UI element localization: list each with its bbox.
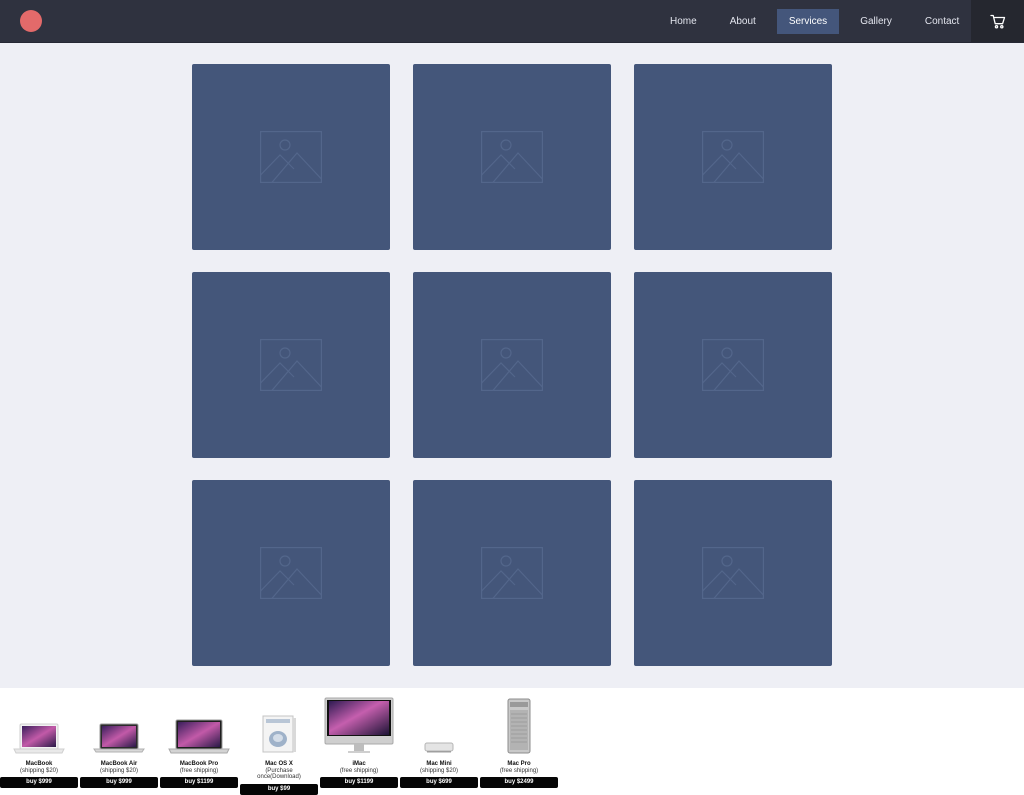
gallery-tile[interactable] xyxy=(192,480,390,666)
buy-button[interactable]: buy $1199 xyxy=(320,777,398,788)
buy-button[interactable]: buy $2499 xyxy=(480,777,558,788)
nav-gallery[interactable]: Gallery xyxy=(848,9,904,34)
gallery-tile[interactable] xyxy=(634,272,832,458)
gallery-tile[interactable] xyxy=(413,272,611,458)
mac-pro-image xyxy=(480,696,558,754)
gallery-tile[interactable] xyxy=(634,64,832,250)
product-name: MacBook Pro xyxy=(179,761,219,767)
nav-services[interactable]: Services xyxy=(776,9,840,34)
gallery-tile[interactable] xyxy=(634,480,832,666)
product-shipping: (shipping $20) xyxy=(419,768,459,774)
imac-image xyxy=(320,694,398,754)
macbook-air-image xyxy=(80,720,158,754)
buy-button[interactable]: buy $99 xyxy=(240,784,318,795)
buy-button[interactable]: buy $999 xyxy=(80,777,158,788)
gallery-tile[interactable] xyxy=(413,480,611,666)
product-strip: MacBook (shipping $20) buy $999 MacBook … xyxy=(0,688,1024,795)
macbook-image xyxy=(0,720,78,754)
macbook-pro-image xyxy=(160,716,238,754)
product-shipping: (free shipping) xyxy=(339,768,379,774)
buy-button[interactable]: buy $1199 xyxy=(160,777,238,788)
gallery-tile[interactable] xyxy=(413,64,611,250)
product-name: iMac xyxy=(352,761,366,767)
gallery-tile[interactable] xyxy=(192,272,390,458)
image-placeholder-icon xyxy=(481,547,543,599)
cart-icon xyxy=(989,14,1005,29)
product-shipping: (free shipping) xyxy=(179,768,219,774)
image-placeholder-icon xyxy=(702,339,764,391)
product-name: Mac OS X xyxy=(265,761,293,767)
product-name: Mac Mini xyxy=(426,761,452,767)
product-shipping: (shipping $20) xyxy=(99,768,139,774)
product-shipping: (Purchase once(Download) xyxy=(257,768,301,780)
cart-button[interactable] xyxy=(971,0,1024,42)
image-placeholder-icon xyxy=(702,131,764,183)
product-name: MacBook xyxy=(25,761,53,767)
nav-about[interactable]: About xyxy=(718,9,768,34)
logo[interactable] xyxy=(20,10,42,32)
buy-button[interactable]: buy $999 xyxy=(0,777,78,788)
gallery-grid xyxy=(192,64,832,666)
product-shipping: (shipping $20) xyxy=(19,768,59,774)
product-shipping: (free shipping) xyxy=(499,768,539,774)
product-name: Mac Pro xyxy=(507,761,531,767)
image-placeholder-icon xyxy=(481,131,543,183)
image-placeholder-icon xyxy=(702,547,764,599)
nav-home[interactable]: Home xyxy=(658,9,709,34)
main-nav: Home About Services Gallery Contact xyxy=(658,9,980,34)
image-placeholder-icon xyxy=(260,131,322,183)
image-placeholder-icon xyxy=(260,339,322,391)
nav-contact[interactable]: Contact xyxy=(913,9,971,34)
top-navbar: Home About Services Gallery Contact xyxy=(0,0,1024,43)
buy-button[interactable]: buy $699 xyxy=(400,777,478,788)
mac-os-x-box-image xyxy=(240,712,318,754)
image-placeholder-icon xyxy=(260,547,322,599)
mac-mini-image xyxy=(400,738,478,754)
product-name: MacBook Air xyxy=(100,761,138,767)
gallery-tile[interactable] xyxy=(192,64,390,250)
image-placeholder-icon xyxy=(481,339,543,391)
